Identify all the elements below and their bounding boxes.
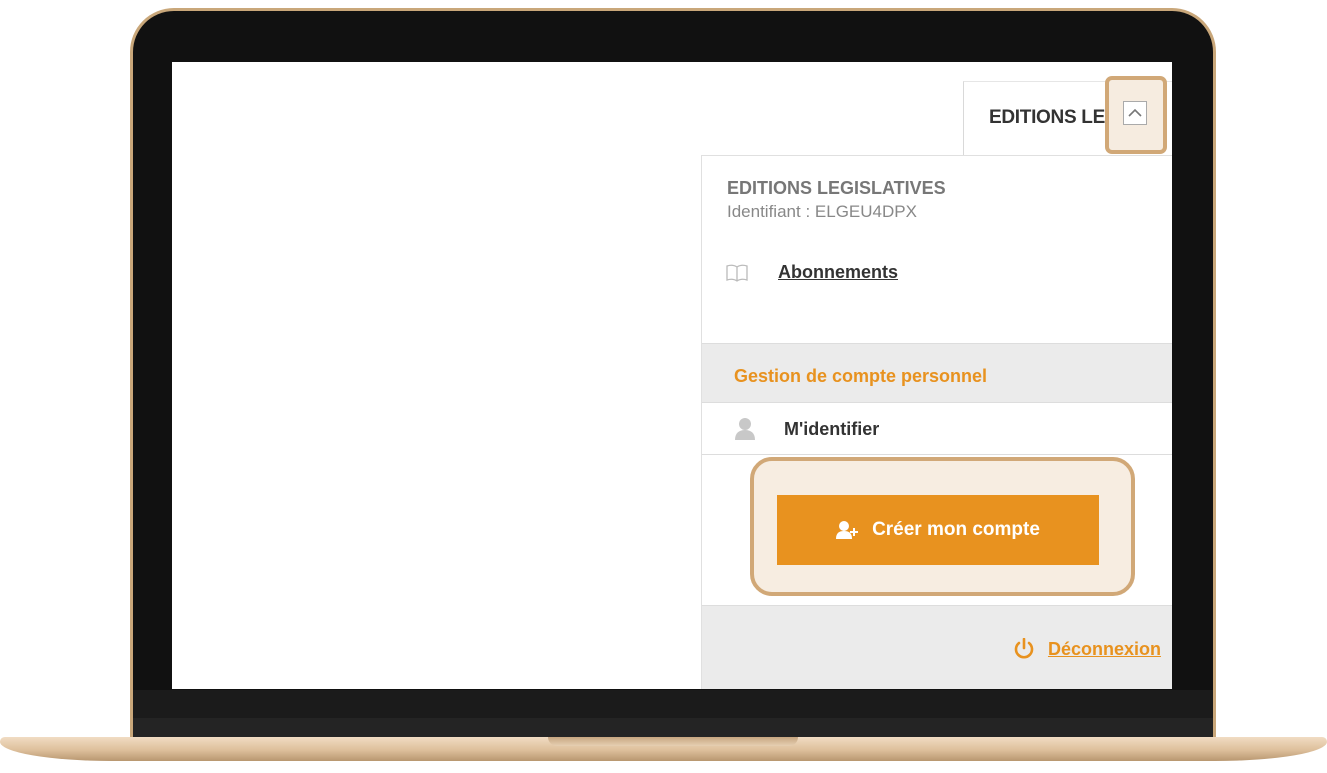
collapse-toggle-highlight[interactable] [1105,76,1167,154]
create-account-button[interactable]: Créer mon compte [777,495,1099,565]
organization-identifier: Identifiant : ELGEU4DPX [727,202,917,222]
organization-name: EDITIONS LEGISLATIVES [727,178,946,198]
subscriptions-row[interactable]: Abonnements [726,262,898,283]
user-icon [735,418,755,440]
add-user-icon [836,521,859,539]
identify-row[interactable]: M'identifier [702,403,1172,455]
logout-link[interactable]: Déconnexion [1014,638,1161,660]
book-icon [726,264,748,282]
laptop-chin [133,690,1213,718]
identifier-label: Identifiant : [727,202,811,221]
laptop-notch [548,737,798,746]
identify-link[interactable]: M'identifier [784,419,879,440]
personal-account-title: Gestion de compte personnel [734,366,988,386]
chevron-up-icon [1128,108,1142,117]
collapse-toggle-button[interactable] [1123,101,1147,125]
identifier-value: ELGEU4DPX [814,202,917,221]
logout-label[interactable]: Déconnexion [1048,639,1161,660]
account-dropdown-panel: EDITIONS LEGISLATIVES Identifiant : ELGE… [701,155,1172,689]
panel-footer: Déconnexion [702,605,1172,689]
personal-account-header: Gestion de compte personnel [702,343,1172,403]
subscriptions-link[interactable]: Abonnements [778,262,898,283]
screen: EDITIONS LEGI .. EDITIONS LEGISLATIVES I… [172,62,1172,689]
create-account-label: Créer mon compte [872,519,1040,540]
power-icon [1014,638,1034,659]
